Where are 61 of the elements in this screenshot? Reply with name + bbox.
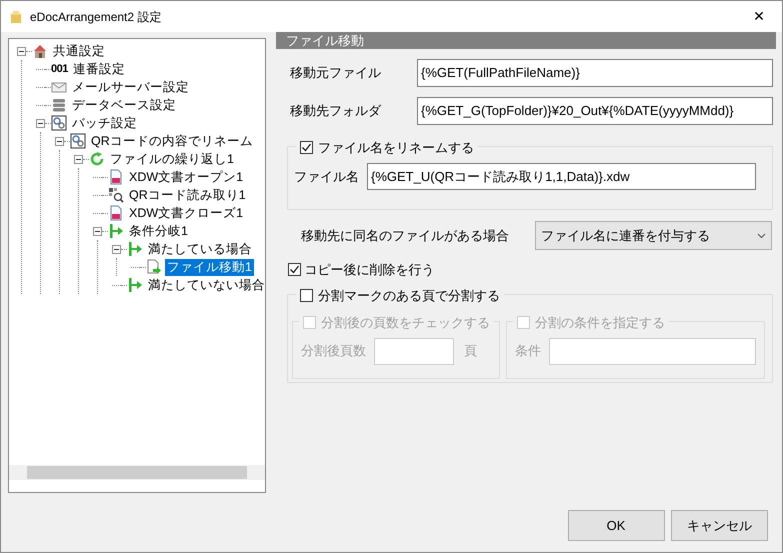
- field-label: 分割後頁数: [301, 342, 366, 360]
- checkbox[interactable]: [300, 141, 313, 154]
- unit-label: 頁: [464, 342, 477, 360]
- gear-icon: [70, 133, 86, 149]
- collapse-toggle[interactable]: [36, 118, 45, 128]
- refresh-icon: [89, 151, 105, 167]
- tree-item[interactable]: 満たしている場合: [146, 240, 254, 258]
- database-icon: [51, 97, 67, 113]
- field-label: ファイル名: [294, 168, 359, 186]
- field-label: 条件: [515, 342, 541, 360]
- collapse-toggle[interactable]: [112, 244, 121, 254]
- document-icon: [108, 205, 124, 221]
- collapse-toggle[interactable]: [74, 154, 83, 164]
- tree-item[interactable]: ファイルの繰り返し1: [108, 150, 236, 168]
- qr-search-icon: [108, 187, 124, 203]
- close-button[interactable]: ✕: [736, 1, 782, 32]
- input-field[interactable]: {%GET_U(QRコード読み取り1,1,Data)}.xdw: [367, 163, 756, 190]
- checkbox[interactable]: [300, 288, 313, 302]
- tree-item[interactable]: 共通設定: [51, 42, 107, 60]
- panel-header: ファイル移動: [276, 32, 776, 49]
- tree-item[interactable]: QRコードの内容でリネーム: [89, 132, 255, 150]
- collapse-toggle[interactable]: [93, 226, 102, 236]
- number-icon: 001: [51, 60, 68, 78]
- tree-item[interactable]: 連番設定: [70, 60, 127, 78]
- window-title: eDocArrangement2 設定: [30, 8, 162, 26]
- house-icon: [32, 43, 48, 59]
- tree-item[interactable]: XDW文書クローズ1: [127, 204, 246, 222]
- horizontal-scrollbar[interactable]: [9, 465, 265, 480]
- tree-item[interactable]: 満たしていない場合: [146, 276, 265, 294]
- field-label: 移動先フォルダ: [290, 102, 382, 120]
- checkbox-label: 分割マークのある頁で分割する: [318, 286, 500, 304]
- checkbox-label: コピー後に削除を行う: [304, 261, 434, 279]
- collapse-toggle[interactable]: [17, 46, 26, 56]
- dialog-button[interactable]: キャンセル: [671, 510, 768, 541]
- input-field[interactable]: {%GET_G(TopFolder)}¥20_Out¥{%DATE(yyyyMMdd)}: [417, 97, 773, 125]
- checkbox[interactable]: [288, 263, 301, 276]
- tree-item[interactable]: XDW文書オープン1: [127, 168, 246, 186]
- checkbox-label: 分割の条件を指定する: [535, 314, 665, 332]
- branch-icon: [108, 223, 124, 239]
- tree-item[interactable]: QRコード読み取り1: [127, 186, 248, 204]
- tree-item[interactable]: バッチ設定: [70, 114, 139, 132]
- dialog-button[interactable]: OK: [568, 510, 664, 541]
- gear-icon: [51, 115, 67, 131]
- branch-icon: [127, 277, 143, 293]
- collapse-toggle[interactable]: [55, 136, 64, 146]
- field-label: 移動先に同名のファイルがある場合: [301, 226, 510, 245]
- input-field[interactable]: [374, 338, 454, 364]
- branch-icon: [127, 241, 143, 257]
- folder-icon: [10, 10, 22, 24]
- tree-item[interactable]: 条件分岐1: [127, 222, 190, 240]
- input-field[interactable]: {%GET(FullPathFileName)}: [417, 59, 773, 87]
- chevron-down-icon: [757, 232, 766, 238]
- field-label: 移動元ファイル: [290, 64, 382, 82]
- tree-item[interactable]: データベース設定: [70, 96, 178, 114]
- input-field[interactable]: [549, 338, 756, 364]
- checkbox-label: ファイル名をリネームする: [318, 139, 474, 157]
- document-icon: [108, 169, 124, 185]
- checkbox-label: 分割後の頁数をチェックする: [321, 314, 490, 332]
- tree-item[interactable]: ファイル移動1: [165, 258, 254, 276]
- dropdown[interactable]: ファイル名に連番を付与する: [535, 221, 772, 250]
- tree-item[interactable]: メールサーバー設定: [70, 78, 191, 96]
